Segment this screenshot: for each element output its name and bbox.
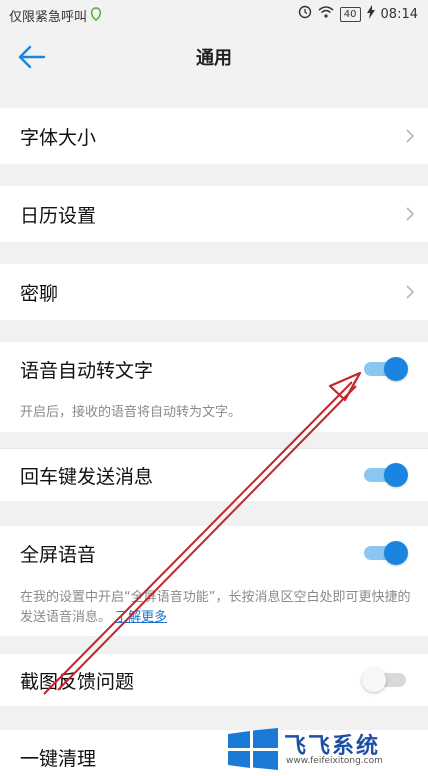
- settings-item-label: 全屏语音: [20, 543, 97, 566]
- watermark-url: www.feifeixitong.com: [286, 756, 383, 766]
- description-wrap: 在我的设置中开启“全屏语音功能”，长按消息区空白处即可更快捷的发送语音消息。 了…: [20, 588, 412, 628]
- toggle-knob: [384, 463, 408, 487]
- page-title: 通用: [196, 48, 232, 69]
- status-bar: 仅限紧急呼叫 40 08:14: [0, 0, 428, 30]
- learn-more-link[interactable]: 了解更多: [115, 610, 167, 625]
- status-left: 仅限紧急呼叫: [9, 6, 102, 25]
- status-right: 40 08:14: [298, 5, 418, 23]
- screenshot-feedback-toggle[interactable]: [362, 667, 408, 693]
- charging-icon: [366, 5, 375, 23]
- voice-to-text-description: 开启后，接收的语音将自动转为文字。: [0, 396, 428, 432]
- settings-item-label: 截图反馈问题: [20, 670, 135, 693]
- settings-item-screenshot-feedback: 截图反馈问题: [0, 654, 428, 706]
- settings-item-enter-send: 回车键发送消息: [0, 449, 428, 501]
- description-text: 开启后，接收的语音将自动转为文字。: [20, 405, 242, 420]
- settings-item-label: 一键清理: [20, 748, 97, 770]
- fullscreen-voice-description: 在我的设置中开启“全屏语音功能”，长按消息区空白处即可更快捷的发送语音消息。 了…: [0, 580, 428, 636]
- chevron-right-icon: [406, 207, 415, 221]
- carrier-text: 仅限紧急呼叫: [9, 10, 88, 25]
- toggle-knob: [362, 668, 386, 692]
- header-bar: 通用: [0, 30, 428, 84]
- chevron-right-icon: [406, 285, 415, 299]
- wifi-icon: [318, 6, 334, 22]
- settings-item-fullscreen-voice: 全屏语音: [0, 526, 428, 580]
- enter-send-toggle[interactable]: [362, 462, 408, 488]
- voice-to-text-toggle[interactable]: [362, 356, 408, 382]
- fullscreen-voice-toggle[interactable]: [362, 540, 408, 566]
- description-text: 在我的设置中开启“全屏语音功能”，长按消息区空白处即可更快捷的发送语音消息。: [20, 590, 411, 625]
- settings-item-calendar[interactable]: 日历设置: [0, 186, 428, 242]
- watermark-logo: 飞飞系统 www.feifeixitong.com: [226, 728, 422, 772]
- battery-indicator: 40: [339, 6, 361, 22]
- alarm-icon: [298, 5, 312, 23]
- clock-time: 08:14: [380, 6, 418, 22]
- settings-item-label: 回车键发送消息: [20, 465, 154, 488]
- chevron-right-icon: [406, 129, 415, 143]
- settings-item-label: 字体大小: [20, 126, 97, 149]
- toggle-knob: [384, 357, 408, 381]
- settings-item-secret-chat[interactable]: 密聊: [0, 264, 428, 320]
- toggle-knob: [384, 541, 408, 565]
- settings-item-label: 日历设置: [20, 204, 97, 227]
- settings-item-font-size[interactable]: 字体大小: [0, 108, 428, 164]
- settings-item-label: 语音自动转文字: [20, 359, 154, 382]
- signal-icon: [90, 6, 102, 25]
- settings-item-voice-to-text: 语音自动转文字: [0, 342, 428, 396]
- windows-logo-icon: [228, 728, 278, 770]
- settings-item-label: 密聊: [20, 282, 59, 305]
